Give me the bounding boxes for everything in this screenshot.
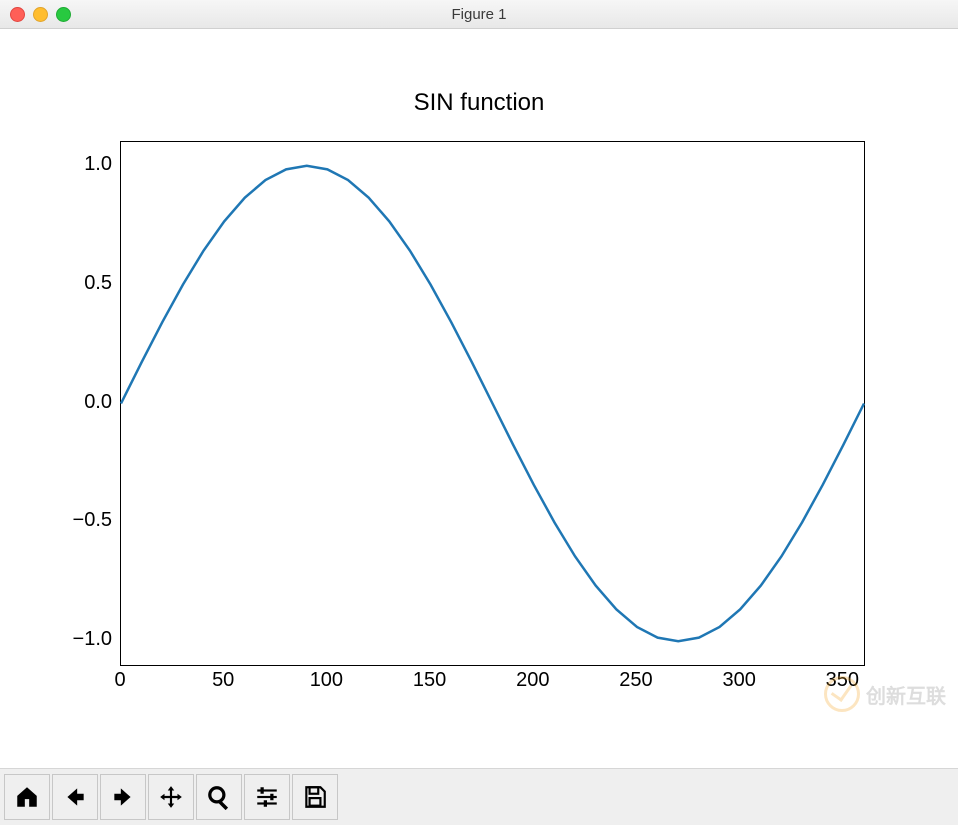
plot-axes (120, 141, 865, 666)
x-tick-label: 350 (826, 669, 859, 692)
zoom-button[interactable] (196, 774, 242, 820)
configure-button[interactable] (244, 774, 290, 820)
save-button[interactable] (292, 774, 338, 820)
minimize-window-button[interactable] (33, 7, 48, 22)
arrow-left-icon (62, 784, 88, 810)
chart-title: SIN function (0, 89, 958, 117)
title-bar: Figure 1 (0, 0, 958, 29)
x-tick-label: 0 (114, 669, 125, 692)
data-line (121, 166, 864, 641)
forward-button[interactable] (100, 774, 146, 820)
watermark-text: 创新互联 (866, 680, 946, 709)
sliders-icon (254, 784, 280, 810)
x-tick-label: 100 (310, 669, 343, 692)
matplotlib-toolbar (0, 768, 958, 825)
zoom-window-button[interactable] (56, 7, 71, 22)
x-tick-label: 150 (413, 669, 446, 692)
save-icon (302, 784, 328, 810)
home-button[interactable] (4, 774, 50, 820)
window-controls (10, 7, 71, 22)
x-tick-label: 300 (722, 669, 755, 692)
x-tick-label: 250 (619, 669, 652, 692)
line-plot (121, 142, 864, 665)
x-tick-label: 200 (516, 669, 549, 692)
window-title: Figure 1 (0, 6, 958, 23)
move-icon (158, 784, 184, 810)
figure-canvas[interactable]: SIN function −1.0−0.50.00.51.0 050100150… (0, 29, 958, 768)
zoom-icon (206, 784, 232, 810)
back-button[interactable] (52, 774, 98, 820)
app-window: Figure 1 SIN function −1.0−0.50.00.51.0 … (0, 0, 958, 825)
arrow-right-icon (110, 784, 136, 810)
close-window-button[interactable] (10, 7, 25, 22)
x-tick-label: 50 (212, 669, 234, 692)
pan-button[interactable] (148, 774, 194, 820)
home-icon (14, 784, 40, 810)
